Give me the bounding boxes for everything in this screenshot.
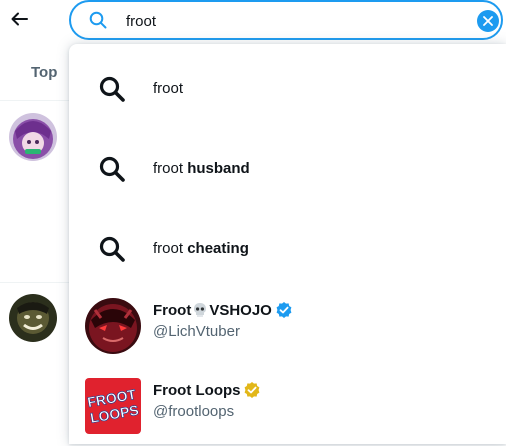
suggestion-text: froot cheating (153, 240, 249, 257)
search-icon (89, 11, 107, 29)
search-icon (98, 235, 126, 263)
user-display-name: Froot Loops (153, 381, 261, 399)
user-suggestion-item[interactable]: Froot VSHOJO @LichVtuber (69, 286, 506, 366)
froot-loops-logo: FROOT LOOPS (85, 378, 141, 434)
search-bar[interactable] (69, 0, 503, 40)
suggestion-text: froot (153, 80, 184, 97)
clear-search-button[interactable] (477, 10, 499, 32)
search-icon (98, 155, 126, 183)
avatar (85, 298, 141, 354)
user-suggestion-item[interactable]: FROOT LOOPS Froot Loops @frootloops (69, 366, 506, 446)
back-arrow-icon[interactable] (9, 9, 29, 29)
user-handle: @frootloops (153, 403, 235, 420)
close-icon (483, 16, 493, 26)
suggestion-item[interactable]: froot husband (69, 126, 506, 206)
divider (0, 100, 70, 101)
skull-icon (192, 302, 208, 318)
suggestion-item[interactable]: froot cheating (69, 206, 506, 286)
tab-top[interactable]: Top (31, 64, 57, 81)
user-handle: @LichVtuber (153, 323, 240, 340)
suggestion-item[interactable]: froot (69, 46, 506, 126)
suggestion-text: froot husband (153, 160, 250, 177)
search-suggestions-dropdown: froot froot husband froot cheating Froot… (69, 44, 506, 444)
verified-badge-gold-icon (243, 381, 261, 399)
user-display-name: Froot VSHOJO (153, 301, 293, 319)
avatar[interactable] (9, 294, 57, 342)
search-input[interactable] (126, 8, 456, 34)
avatar[interactable] (9, 113, 57, 161)
verified-badge-icon (275, 301, 293, 319)
divider (0, 282, 70, 283)
search-icon (98, 75, 126, 103)
